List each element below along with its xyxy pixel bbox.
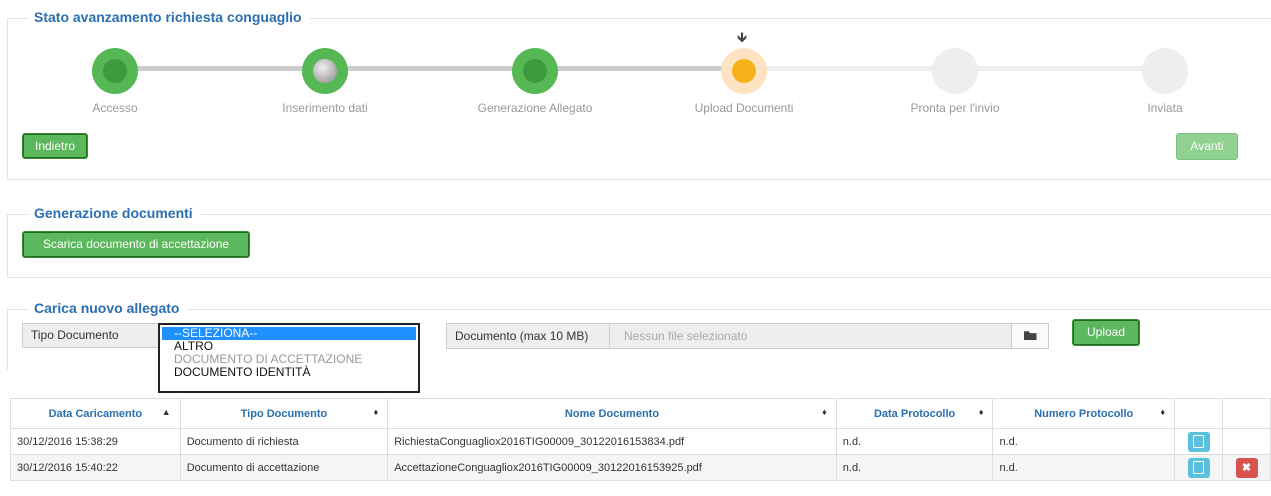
- table-row: 30/12/2016 15:38:29 Documento di richies…: [10, 428, 1271, 455]
- step-label-accesso: Accesso: [92, 101, 138, 115]
- cell-data-protocollo: n.d.: [835, 454, 994, 481]
- sort-icon: ♦: [373, 407, 379, 417]
- cell-numero-protocollo: n.d.: [992, 428, 1176, 455]
- step-label-inviata: Inviata: [1147, 101, 1183, 115]
- col-tipo-documento[interactable]: Tipo Documento ♦: [179, 398, 389, 429]
- back-button[interactable]: Indietro: [22, 133, 88, 159]
- cell-data-caricamento: 30/12/2016 15:38:29: [10, 428, 181, 455]
- view-pdf-button[interactable]: [1187, 457, 1210, 478]
- col-data-protocollo[interactable]: Data Protocollo ♦: [835, 398, 994, 429]
- view-pdf-button[interactable]: [1187, 431, 1210, 452]
- upload-legend: Carica nuovo allegato: [28, 299, 188, 317]
- table-header-row: Data Caricamento ▲ Tipo Documento ♦ Nome D…: [10, 398, 1271, 429]
- col-numero-protocollo[interactable]: Numero Protocollo ♦: [992, 398, 1176, 429]
- dropdown-option-identita[interactable]: DOCUMENTO IDENTITÀ: [160, 366, 418, 379]
- progress-track-done: [118, 66, 738, 71]
- browse-folder-button[interactable]: [1011, 323, 1049, 349]
- cell-data-protocollo: n.d.: [835, 428, 994, 455]
- col-nome-documento[interactable]: Nome Documento ♦: [387, 398, 837, 429]
- sort-asc-icon: ▲: [161, 407, 171, 417]
- file-input[interactable]: Nessun file selezionato: [609, 323, 1012, 349]
- col-view: [1174, 398, 1223, 429]
- document-type-label: Tipo Documento: [22, 323, 160, 348]
- file-label: Documento (max 10 MB): [446, 323, 610, 349]
- cell-nome-documento: RichiestaConguagliox2016TIG00009_3012201…: [387, 428, 837, 455]
- col-data-caricamento[interactable]: Data Caricamento ▲: [10, 398, 181, 429]
- generation-legend: Generazione documenti: [28, 204, 201, 222]
- sort-icon: ♦: [1160, 407, 1166, 417]
- cell-view: [1174, 454, 1223, 481]
- close-icon: ✖: [1241, 461, 1252, 474]
- sort-icon: ♦: [822, 407, 827, 417]
- cell-nome-documento: AccettazioneConguagliox2016TIG00009_3012…: [387, 454, 837, 481]
- step-label-upload: Upload Documenti: [694, 101, 794, 115]
- step-inviata-circle: [1142, 48, 1188, 94]
- download-acceptance-button[interactable]: Scarica documento di accettazione: [22, 231, 250, 258]
- step-accesso-circle: [92, 48, 138, 94]
- cell-delete: ✖: [1222, 454, 1271, 481]
- step-pronta-circle: [932, 48, 978, 94]
- step-label-generazione: Generazione Allegato: [477, 101, 593, 115]
- cell-tipo-documento: Documento di richiesta: [179, 428, 389, 455]
- documents-table: Data Caricamento ▲ Tipo Documento ♦ Nome D…: [10, 398, 1271, 481]
- progress-panel: [7, 18, 1271, 180]
- step-label-pronta: Pronta per l'invio: [910, 101, 1000, 115]
- document-type-dropdown[interactable]: --SELEZIONA-- ALTRO DOCUMENTO DI ACCETTA…: [158, 323, 420, 393]
- cell-numero-protocollo: n.d.: [992, 454, 1176, 481]
- progress-legend: Stato avanzamento richiesta conguaglio: [28, 8, 310, 26]
- step-upload-circle: [721, 48, 767, 94]
- step-generazione-circle: [512, 48, 558, 94]
- next-button[interactable]: Avanti: [1176, 133, 1238, 160]
- upload-button[interactable]: Upload: [1072, 319, 1140, 346]
- col-delete: [1222, 398, 1271, 429]
- pdf-icon: [1193, 461, 1205, 475]
- step-inserimento-circle: [302, 48, 348, 94]
- cell-data-caricamento: 30/12/2016 15:40:22: [10, 454, 181, 481]
- cell-delete: [1222, 428, 1271, 455]
- folder-open-icon: [1023, 331, 1037, 341]
- sort-icon: ♦: [978, 407, 984, 417]
- delete-button[interactable]: ✖: [1235, 457, 1258, 478]
- pdf-icon: [1193, 435, 1205, 449]
- cell-tipo-documento: Documento di accettazione: [179, 454, 389, 481]
- cell-view: [1174, 428, 1223, 455]
- step-label-inserimento: Inserimento dati: [282, 101, 368, 115]
- table-row: 30/12/2016 15:40:22 Documento di accetta…: [10, 454, 1271, 481]
